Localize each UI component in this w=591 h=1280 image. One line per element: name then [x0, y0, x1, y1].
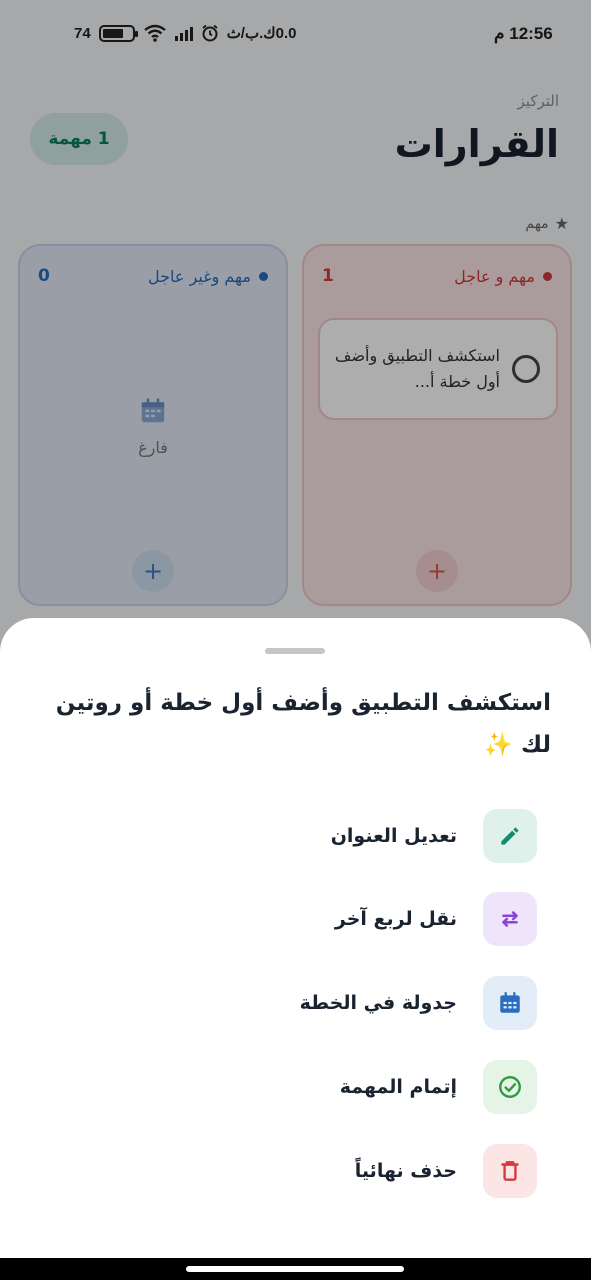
- drag-handle[interactable]: [265, 648, 325, 654]
- option-label: نقل لربع آخر: [334, 908, 457, 930]
- delete-task-option[interactable]: حذف نهائياً: [57, 1143, 537, 1199]
- option-label: حذف نهائياً: [354, 1160, 457, 1182]
- task-actions-sheet: استكشف التطبيق وأضف أول خطة أو روتين لك …: [0, 618, 591, 1258]
- option-label: إتمام المهمة: [339, 1076, 457, 1098]
- edit-title-option[interactable]: تعديل العنوان: [57, 808, 537, 864]
- calendar-icon: [483, 976, 537, 1030]
- navigation-bar: [0, 1258, 591, 1280]
- trash-icon: [483, 1144, 537, 1198]
- pencil-icon: [483, 809, 537, 863]
- option-label: تعديل العنوان: [330, 825, 457, 847]
- home-indicator[interactable]: [186, 1266, 404, 1272]
- schedule-option[interactable]: جدولة في الخطة: [57, 975, 537, 1031]
- sheet-title: استكشف التطبيق وأضف أول خطة أو روتين لك …: [55, 690, 551, 758]
- swap-arrows-icon: [483, 892, 537, 946]
- complete-task-option[interactable]: إتمام المهمة: [57, 1059, 537, 1115]
- check-circle-icon: [483, 1060, 537, 1114]
- move-quadrant-option[interactable]: نقل لربع آخر: [57, 891, 537, 947]
- option-label: جدولة في الخطة: [299, 992, 457, 1014]
